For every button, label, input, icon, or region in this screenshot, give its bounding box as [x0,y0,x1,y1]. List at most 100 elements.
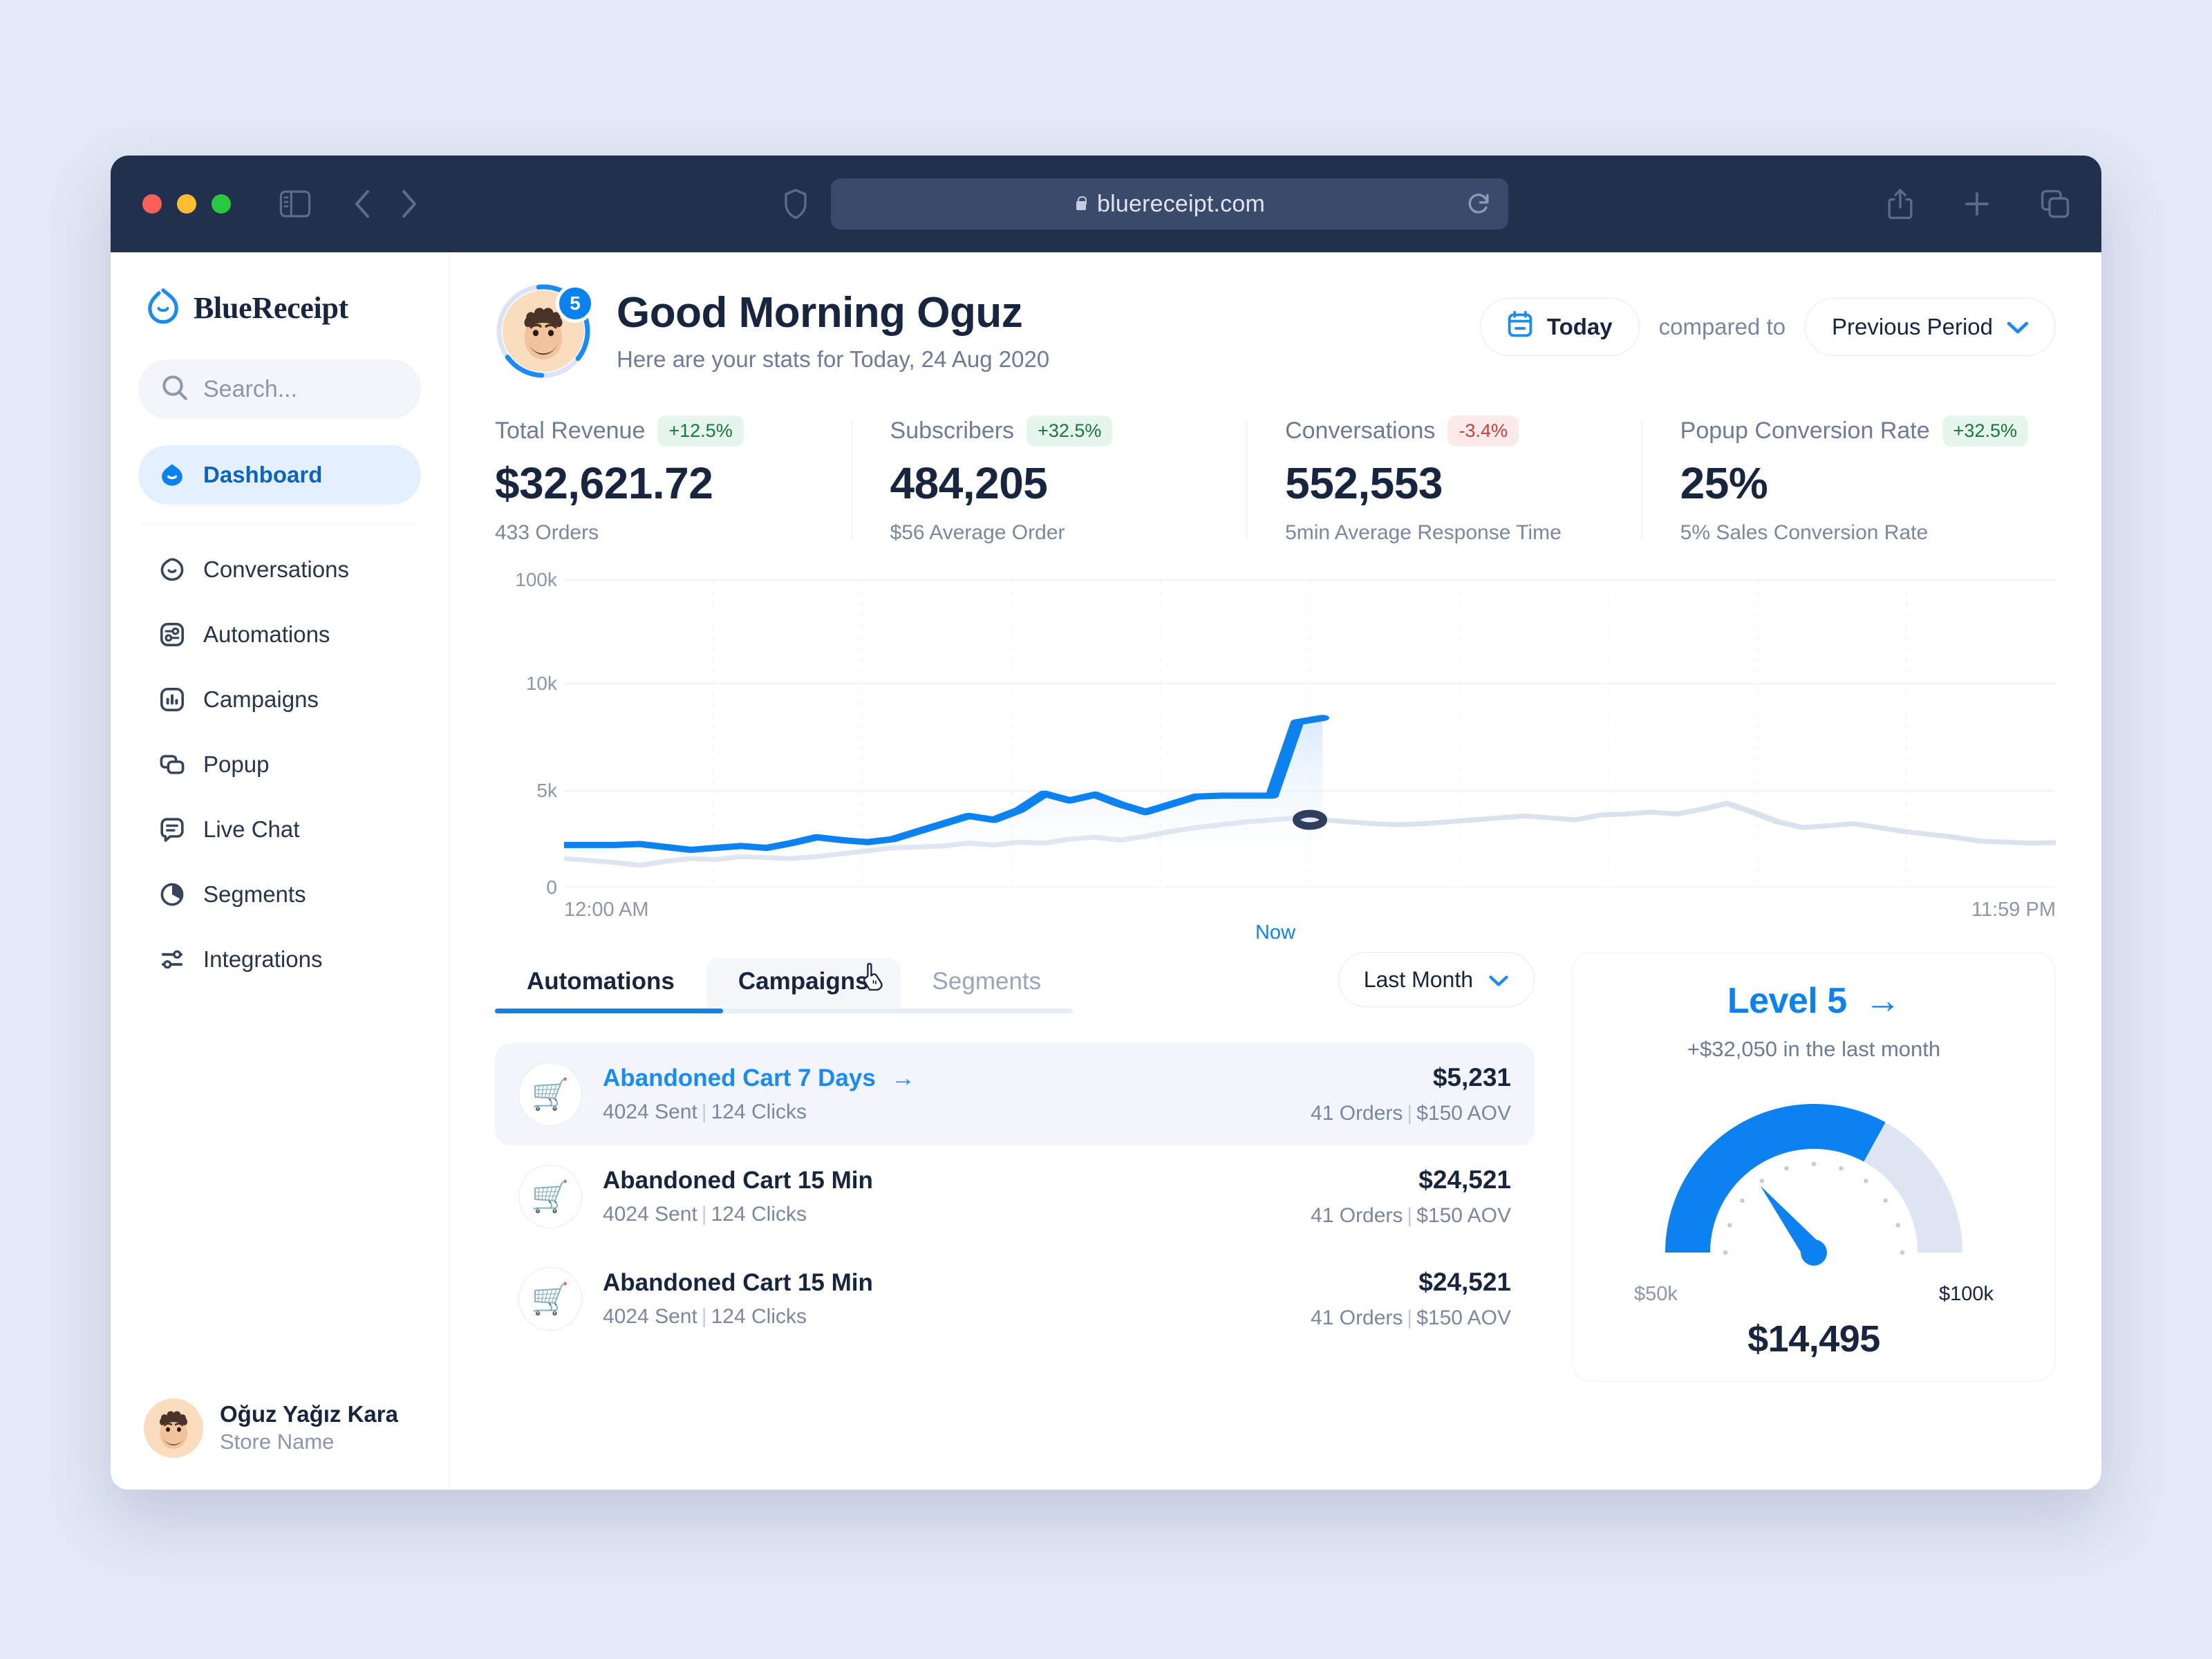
tab-automations[interactable]: Automations [495,958,706,1013]
tab-row: Automations Campaigns Segments [495,952,1535,1020]
level-subtitle: +$32,050 in the last month [1687,1037,1940,1062]
row-right: $5,231 41 Orders|$150 AOV [1311,1063,1511,1125]
row-aov: $150 AOV [1416,1306,1511,1329]
kpi-header: Conversations -3.4% [1285,415,1614,447]
sidebar-user-profile[interactable]: Oğuz Yağız Kara Store Name [138,1398,421,1458]
kpi-label: Popup Conversion Rate [1680,418,1930,444]
chart-plot-area: 100k10k5k0 [495,577,2056,888]
share-icon[interactable] [1887,188,1913,220]
kpi-label: Total Revenue [495,418,645,444]
sidebar-item-label: Integrations [203,946,322,973]
integrations-icon [158,945,187,974]
level-title-text: Level 5 [1727,980,1847,1022]
tabs-icon[interactable] [2041,189,2070,218]
level-card: Level 5 → +$32,050 in the last month $50… [1572,952,2056,1382]
sidebar-item-conversations[interactable]: Conversations [138,540,421,599]
chart-x-tick-start: 12:00 AM [564,899,649,921]
row-title[interactable]: Abandoned Cart 7 Days → [603,1065,1290,1092]
row-title[interactable]: Abandoned Cart 15 Min [603,1269,1290,1297]
table-row[interactable]: 🛒 Abandoned Cart 7 Days → 4024 Sent|124 … [495,1043,1535,1145]
gauge-hub [1801,1239,1827,1266]
row-clicks: 124 Clicks [711,1305,807,1328]
maximize-window-button[interactable] [212,194,231,214]
sidebar-item-dashboard[interactable]: Dashboard [138,445,421,505]
plus-icon[interactable] [1963,190,1991,218]
row-orders: 41 Orders [1311,1102,1403,1125]
revenue-gauge [1627,1080,2000,1287]
row-title[interactable]: Abandoned Cart 15 Min [603,1167,1290,1194]
level-badge: 5 [556,284,594,323]
gauge-max-label: $100k [1939,1283,1994,1306]
row-meta: 4024 Sent|124 Clicks [603,1305,1290,1329]
row-meta: 4024 Sent|124 Clicks [603,1100,1290,1124]
main-content: 5 Good Morning Oguz Here are your stats … [449,252,2101,1490]
kpi-value: $32,621.72 [495,458,824,509]
status-badge: +32.5% [1027,415,1112,447]
compare-period-select[interactable]: Previous Period [1805,298,2056,356]
gauge-tick [1727,1223,1732,1227]
tab-label: Campaigns [738,968,869,995]
dashboard-icon [158,460,187,489]
window-controls [142,194,231,214]
kpi-value: 484,205 [890,458,1219,509]
kpi-value: 552,553 [1285,458,1614,509]
chevron-left-icon[interactable] [353,189,372,219]
search-icon [162,375,188,404]
pointer-cursor-icon [862,963,885,997]
tab-segments[interactable]: Segments [901,958,1074,1013]
lock-icon [1074,195,1088,213]
sidebar-item-popup[interactable]: Popup [138,735,421,794]
arrow-right-icon: → [891,1065,915,1092]
sidebar-item-label: Campaigns [203,686,319,713]
sidebar-item-automations[interactable]: Automations [138,605,421,664]
profile-avatar-with-level[interactable]: 5 [495,283,592,379]
table-row[interactable]: 🛒 Abandoned Cart 15 Min 4024 Sent|124 Cl… [495,1248,1535,1350]
level-title[interactable]: Level 5 → [1727,980,1900,1022]
chart-now-label: Now [1255,921,1295,944]
kpi-subtext: 5min Average Response Time [1285,521,1614,545]
chart-x-axis: 12:00 AM 11:59 PM Now [495,899,2056,921]
shopping-cart-icon: 🛒 [518,1062,582,1126]
compare-period-value: Previous Period [1832,314,1993,340]
row-title-text: Abandoned Cart 15 Min [603,1269,873,1297]
kpi-header: Subscribers +32.5% [890,415,1219,447]
row-right: $24,521 41 Orders|$150 AOV [1311,1165,1511,1228]
chart-y-tick: 100k [515,569,557,591]
greeting-text: Good Morning Oguz Here are your stats fo… [617,290,1049,373]
minimize-window-button[interactable] [177,194,196,214]
sidebar-divider [142,524,417,525]
close-window-button[interactable] [142,194,162,214]
range-select[interactable]: Last Month [1338,952,1535,1007]
sidebar-item-integrations[interactable]: Integrations [138,930,421,989]
brand[interactable]: BlueReceipt [138,288,421,328]
kpi-row: Total Revenue +12.5% $32,621.72 433 Orde… [495,415,2056,545]
row-sub: 41 Orders|$150 AOV [1311,1204,1511,1228]
sidebar-toggle-icon[interactable] [279,190,311,218]
kpi-header: Popup Conversion Rate +32.5% [1680,415,2028,447]
kpi-subtext: $56 Average Order [890,521,1219,545]
shield-icon[interactable] [784,189,807,219]
row-aov: $150 AOV [1416,1204,1511,1227]
row-main: Abandoned Cart 15 Min 4024 Sent|124 Clic… [603,1167,1290,1226]
sidebar-item-campaigns[interactable]: Campaigns [138,670,421,729]
traffic-chart: 100k10k5k0 12:00 AM 11:59 PM Now [495,577,2056,921]
tab-campaigns[interactable]: Campaigns [706,958,901,1013]
table-row[interactable]: 🛒 Abandoned Cart 15 Min 4024 Sent|124 Cl… [495,1145,1535,1248]
chart-now-marker [1297,814,1324,826]
row-meta: 4024 Sent|124 Clicks [603,1203,1290,1226]
search-input[interactable]: Search... [138,359,421,419]
shopping-cart-icon: 🛒 [518,1267,582,1331]
row-amount: $24,521 [1311,1268,1511,1297]
gauge-tick [1896,1223,1900,1227]
sidebar-item-segments[interactable]: Segments [138,865,421,924]
sidebar-item-live-chat[interactable]: Live Chat [138,800,421,859]
url-input[interactable]: bluereceipt.com [831,178,1508,229]
calendar-icon [1507,310,1533,344]
navigation-arrows [353,189,419,219]
kpi-subtext: 5% Sales Conversion Rate [1680,521,2028,545]
status-badge: -3.4% [1447,415,1519,447]
reload-icon[interactable] [1467,191,1490,216]
date-range-button[interactable]: Today [1480,298,1640,356]
url-text: bluereceipt.com [1097,191,1265,218]
chevron-right-icon[interactable] [400,189,419,219]
